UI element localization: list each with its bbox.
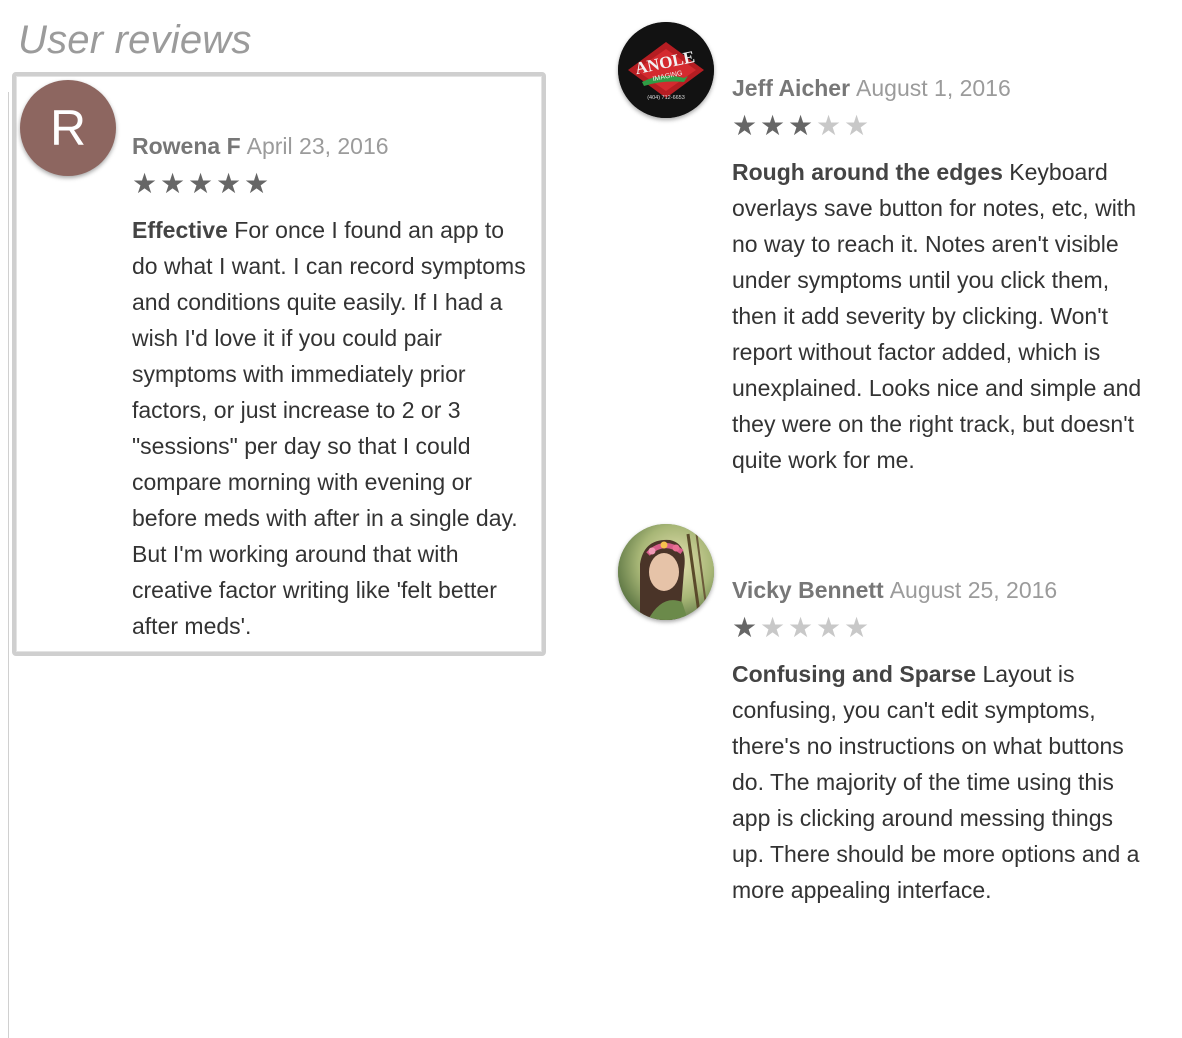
review-card[interactable]: ANOLE IMAGING (404) 712-6653 Jeff Aicher… <box>616 22 1156 492</box>
review-content: Vicky Bennett August 25, 2016 ★ ★ ★ ★ ★ Confu… <box>732 572 1142 908</box>
review-card[interactable]: R Rowena F April 23, 2016 ★ ★ ★ ★ ★ Effective… <box>12 72 546 656</box>
star-filled-icon: ★ <box>160 168 186 199</box>
review-text: Layout is confusing, you can't edit symp… <box>732 661 1140 903</box>
author-line: Vicky Bennett August 25, 2016 <box>732 572 1142 608</box>
review-title: Rough around the edges <box>732 159 1003 185</box>
avatar[interactable]: R <box>20 80 116 176</box>
review-title: Effective <box>132 217 228 243</box>
star-filled-icon: ★ <box>732 110 758 141</box>
star-empty-icon: ★ <box>788 612 814 643</box>
star-filled-icon: ★ <box>244 168 270 199</box>
review-date: August 25, 2016 <box>889 577 1058 603</box>
author-line: Jeff Aicher August 1, 2016 <box>732 70 1142 106</box>
star-filled-icon: ★ <box>132 168 158 199</box>
logo-phone: (404) 712-6653 <box>647 95 685 101</box>
avatar-letter: R <box>49 100 87 156</box>
star-rating: ★ ★ ★ ★ ★ <box>732 108 1142 144</box>
avatar[interactable] <box>618 524 714 620</box>
star-filled-icon: ★ <box>788 110 814 141</box>
review-title: Confusing and Sparse <box>732 661 977 687</box>
star-filled-icon: ★ <box>732 612 758 643</box>
star-filled-icon: ★ <box>188 168 214 199</box>
review-author[interactable]: Rowena F <box>132 133 241 159</box>
review-card[interactable]: Vicky Bennett August 25, 2016 ★ ★ ★ ★ ★ Confu… <box>616 524 1156 954</box>
star-empty-icon: ★ <box>760 612 786 643</box>
review-content: Rowena F April 23, 2016 ★ ★ ★ ★ ★ Effective F… <box>132 128 536 644</box>
star-empty-icon: ★ <box>816 110 842 141</box>
user-reviews-page: User reviews R Rowena F April 23, 2016 ★ ★… <box>0 0 1182 1038</box>
avatar[interactable]: ANOLE IMAGING (404) 712-6653 <box>618 22 714 118</box>
section-title: User reviews <box>18 18 252 62</box>
star-rating: ★ ★ ★ ★ ★ <box>732 610 1142 646</box>
star-empty-icon: ★ <box>844 612 870 643</box>
star-rating: ★ ★ ★ ★ ★ <box>132 166 536 202</box>
star-empty-icon: ★ <box>844 110 870 141</box>
review-body: Rough around the edges Keyboard overlays… <box>732 154 1142 478</box>
portrait-photo-icon <box>618 524 714 620</box>
review-content: Jeff Aicher August 1, 2016 ★ ★ ★ ★ ★ Rough ar… <box>732 70 1142 478</box>
star-filled-icon: ★ <box>216 168 242 199</box>
review-text: For once I found an app to do what I wan… <box>132 217 526 639</box>
anole-imaging-logo-icon: ANOLE IMAGING (404) 712-6653 <box>618 22 714 118</box>
left-divider <box>0 92 9 1038</box>
review-text: Keyboard overlays save button for notes,… <box>732 159 1142 473</box>
review-author[interactable]: Jeff Aicher <box>732 75 850 101</box>
review-body: Confusing and Sparse Layout is confusing… <box>732 656 1142 908</box>
review-author[interactable]: Vicky Bennett <box>732 577 884 603</box>
review-body: Effective For once I found an app to do … <box>132 212 536 644</box>
star-empty-icon: ★ <box>816 612 842 643</box>
star-filled-icon: ★ <box>760 110 786 141</box>
review-date: April 23, 2016 <box>246 133 389 159</box>
review-date: August 1, 2016 <box>856 75 1011 101</box>
author-line: Rowena F April 23, 2016 <box>132 128 536 164</box>
